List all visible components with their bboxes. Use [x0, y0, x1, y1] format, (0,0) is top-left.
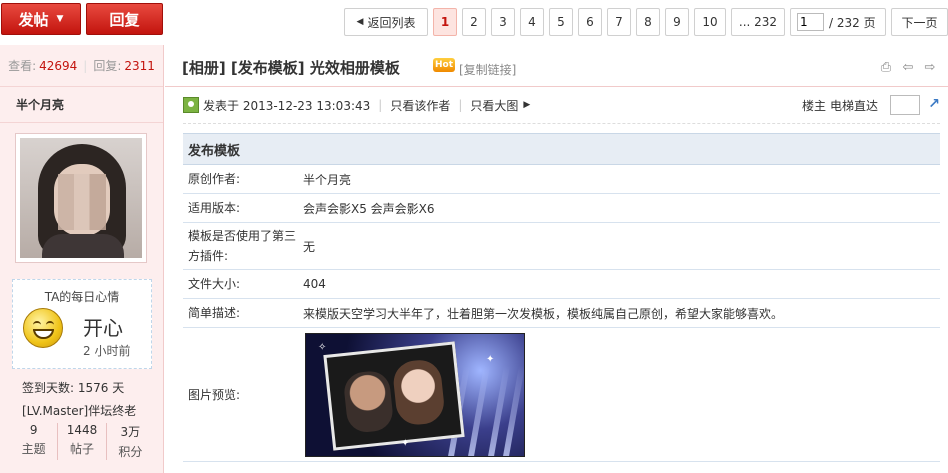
- next-thread-icon[interactable]: ⇨: [922, 59, 938, 75]
- thread-tools: ⎙ ⇦ ⇨: [878, 59, 938, 75]
- thread-stats: 查看: 42694 | 回复: 2311: [0, 45, 163, 87]
- row-key: 图片预览:: [188, 387, 241, 402]
- row-value: 半个月亮: [303, 172, 352, 187]
- new-post-label: 发帖: [18, 10, 49, 29]
- back-to-list-button[interactable]: ◀ 返回列表: [344, 8, 428, 36]
- stat-value: 3万: [120, 425, 141, 439]
- page-total: / 232 页: [829, 15, 876, 30]
- table-row: 简单描述: 来模版天空学习大半年了，壮着胆第一次发模板，模板纯属自己原创，希望大…: [183, 299, 940, 328]
- chevron-left-icon: ◀: [356, 17, 364, 27]
- page-link-6[interactable]: 6: [578, 8, 602, 36]
- page-link-1[interactable]: 1: [433, 8, 457, 36]
- table-row: 图片预览: ✦ ✦ ✧: [183, 328, 940, 462]
- thread-title: [相册] [发布模板] 光效相册模板: [182, 59, 400, 77]
- stat-value: 9: [29, 423, 38, 437]
- reply-button[interactable]: 回复: [86, 3, 163, 35]
- page-link-7[interactable]: 7: [607, 8, 631, 36]
- post-time: 发表于 2013-12-23 13:03:43: [203, 98, 371, 113]
- avatar-image: [20, 138, 142, 258]
- next-page-button[interactable]: 下一页: [891, 8, 948, 36]
- new-post-button[interactable]: 发帖 ▼: [1, 3, 81, 35]
- page-link-5[interactable]: 5: [549, 8, 573, 36]
- floor-label: 楼主: [801, 99, 826, 113]
- prev-thread-icon[interactable]: ⇦: [900, 59, 916, 75]
- page-link-last[interactable]: ... 232: [731, 8, 785, 36]
- views-count: 42694: [39, 58, 78, 73]
- triangle-right-icon: ▶: [523, 100, 531, 110]
- hot-icon: Hot: [433, 58, 455, 72]
- divider: |: [83, 58, 88, 73]
- views-label: 查看:: [8, 59, 37, 73]
- table-heading: 发布模板: [183, 133, 940, 165]
- top-toolbar: 发帖 ▼ 回复 ◀ 返回列表 1 2 3 4 5 6 7 8 9 10 ... …: [0, 0, 948, 44]
- signin-days: 签到天数: 1576 天: [22, 381, 125, 395]
- post-meta: 发表于 2013-12-23 13:03:43 | 只看该作者 | 只看大图 ▶…: [183, 94, 940, 116]
- row-value: 会声会影X5 会声会影X6: [303, 201, 435, 216]
- divider: [183, 123, 940, 124]
- page-link-3[interactable]: 3: [491, 8, 515, 36]
- page-link-2[interactable]: 2: [462, 8, 486, 36]
- stat-label: 积分: [118, 445, 143, 459]
- stat-label: 主题: [21, 442, 46, 456]
- row-key: 原创作者:: [188, 172, 241, 186]
- table-row: 文件大小: 404: [183, 270, 940, 299]
- page-jump-input[interactable]: [797, 13, 824, 31]
- mood-time: 2 小时前: [83, 344, 131, 358]
- author-name[interactable]: 半个月亮: [0, 87, 163, 123]
- row-key: 简单描述:: [188, 306, 241, 320]
- back-to-list-label: 返回列表: [367, 15, 416, 30]
- floor-jump-input[interactable]: [890, 95, 920, 115]
- mood-word: 开心: [83, 316, 123, 340]
- chevron-down-icon[interactable]: ▼: [57, 14, 64, 24]
- divider: |: [458, 98, 463, 112]
- row-value: 404: [303, 277, 326, 291]
- page-link-4[interactable]: 4: [520, 8, 544, 36]
- row-value: 来模版天空学习大半年了，壮着胆第一次发模板，模板纯属自己原创，希望大家能够喜欢。: [303, 306, 784, 321]
- avatar[interactable]: [15, 133, 147, 263]
- row-key: 模板是否使用了第三方插件:: [188, 229, 297, 263]
- replies-count: 2311: [124, 58, 155, 73]
- preview-image[interactable]: ✦ ✦ ✧: [305, 332, 525, 457]
- row-value: ✦ ✦ ✧: [303, 328, 940, 461]
- online-user-icon: [183, 97, 199, 113]
- page-link-10[interactable]: 10: [694, 8, 726, 36]
- replies-label: 回复:: [93, 59, 122, 73]
- stat-value: 1448: [66, 423, 98, 437]
- copy-link[interactable]: [复制链接]: [459, 61, 516, 78]
- stat-label: 帖子: [69, 442, 94, 456]
- mood-title: TA的每日心情: [44, 290, 120, 304]
- table-row: 适用版本: 会声会影X5 会声会影X6: [183, 194, 940, 223]
- floor-jump-label: 电梯直达: [829, 99, 878, 113]
- user-level[interactable]: [LV.Master]伴坛终老: [22, 402, 136, 419]
- daily-mood: TA的每日心情 开心 2 小时前: [12, 279, 152, 369]
- smiley-icon: [23, 308, 63, 348]
- print-icon[interactable]: ⎙: [878, 59, 894, 75]
- stat-topics[interactable]: 9 主题: [10, 423, 59, 460]
- template-info-table: 发布模板 原创作者: 半个月亮 适用版本: 会声会影X5 会声会影X6 模板是否…: [183, 133, 940, 462]
- page-jump: / 232 页: [790, 8, 886, 36]
- stat-posts[interactable]: 1448 帖子: [58, 423, 107, 460]
- table-row: 模板是否使用了第三方插件: 无: [183, 223, 940, 270]
- row-value: 无: [303, 239, 316, 254]
- table-row: 原创作者: 半个月亮: [183, 165, 940, 194]
- page-link-8[interactable]: 8: [636, 8, 660, 36]
- row-key: 文件大小:: [188, 277, 241, 291]
- only-author-link[interactable]: 只看该作者: [390, 97, 450, 114]
- stat-points[interactable]: 3万 积分: [107, 423, 154, 460]
- row-key: 适用版本:: [188, 201, 241, 215]
- go-icon[interactable]: ↗: [928, 96, 940, 112]
- user-stats: 9 主题 1448 帖子 3万 积分: [10, 423, 154, 460]
- page-link-9[interactable]: 9: [665, 8, 689, 36]
- big-image-link[interactable]: 只看大图: [470, 97, 518, 114]
- divider: |: [378, 98, 383, 112]
- thread-title-bar: [相册] [发布模板] 光效相册模板 Hot [复制链接] ⎙ ⇦ ⇨: [165, 45, 948, 87]
- author-sidebar: 查看: 42694 | 回复: 2311 半个月亮 TA的每日心情 开心 2 小…: [0, 45, 164, 473]
